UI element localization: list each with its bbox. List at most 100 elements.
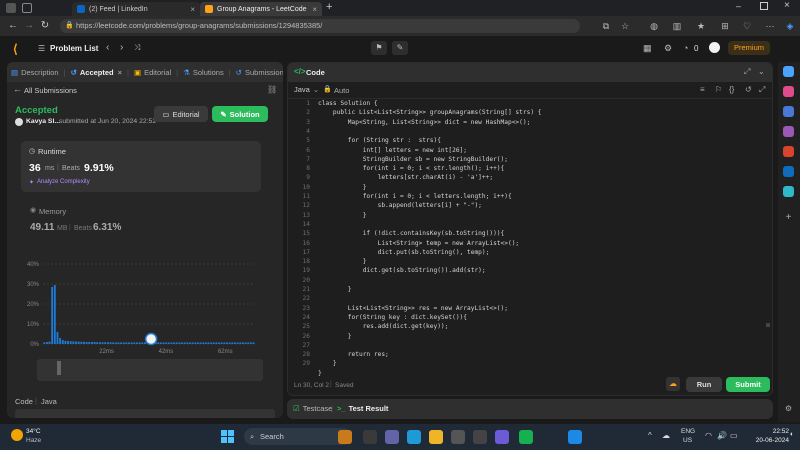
chart-bar[interactable] [239, 342, 242, 344]
chart-bar[interactable] [157, 342, 160, 344]
chart-bar[interactable] [191, 342, 194, 344]
chart-bar[interactable] [252, 342, 255, 344]
tab-description[interactable]: ▤ Description [7, 62, 63, 82]
chart-bar[interactable] [218, 342, 221, 344]
back-button[interactable]: ← [6, 19, 20, 33]
tools-icon[interactable] [783, 106, 794, 117]
lang-eng[interactable]: ENG [681, 428, 695, 435]
url-field[interactable]: 🔒 https://leetcode.com/problems/group-an… [60, 19, 580, 33]
chart-bar[interactable] [98, 342, 101, 344]
search-icon[interactable] [783, 66, 794, 77]
share-link-icon[interactable]: ⛓ [267, 85, 277, 94]
chart-bar[interactable] [83, 341, 85, 344]
extensions-icon[interactable]: ◍ [648, 20, 660, 32]
chart-bar[interactable] [109, 342, 112, 344]
code-editor[interactable]: 1 2 3 4 5 6 7 8 9 10 11 12 13 14 15 16 17 18 19 20 21 22 23 24 2… [288, 100, 772, 378]
chart-bar[interactable] [88, 342, 91, 344]
chart-bar[interactable] [250, 342, 252, 344]
code-tab[interactable]: Code [306, 68, 325, 77]
leetcode-logo-icon[interactable]: ⟨ [13, 42, 25, 56]
chart-bar[interactable] [144, 342, 146, 344]
chart-bar[interactable] [183, 342, 186, 344]
note-icon[interactable]: ✎ [392, 41, 408, 55]
chart-bar[interactable] [234, 342, 236, 344]
split-screen-icon[interactable]: ▥ [671, 20, 683, 32]
edge-icon[interactable] [407, 430, 421, 444]
more-icon[interactable]: ⋯ [764, 20, 776, 32]
chart-bar[interactable] [210, 342, 213, 344]
drop-icon[interactable] [783, 186, 794, 197]
vscode-icon[interactable] [495, 430, 509, 444]
chart-bar[interactable] [56, 332, 59, 344]
chart-bar[interactable] [128, 342, 130, 344]
back-arrow-icon[interactable]: ← [13, 84, 22, 94]
chart-bar[interactable] [64, 340, 67, 344]
tab-actions-icon[interactable] [22, 3, 32, 13]
chart-bar[interactable] [181, 342, 183, 344]
chart-bar[interactable] [106, 342, 109, 344]
chart-bar[interactable] [226, 342, 228, 344]
prev-problem-icon[interactable]: ‹ [106, 42, 109, 53]
chart-bar[interactable] [220, 342, 223, 344]
upload-icon[interactable]: ☁ [666, 377, 680, 391]
chart-bar[interactable] [189, 342, 191, 344]
auto-label[interactable]: Auto [334, 86, 349, 95]
maximize-panel-icon[interactable]: ⤢ [744, 67, 750, 77]
chart-bar[interactable] [215, 342, 218, 344]
chart-bar[interactable] [194, 342, 197, 344]
chart-bar[interactable] [178, 342, 181, 344]
bookmark-icon[interactable]: ⚐ [715, 85, 722, 94]
tab-accepted[interactable]: ↺ Accepted × [67, 62, 126, 82]
chart-bar[interactable] [247, 342, 250, 344]
chart-bar[interactable] [236, 342, 239, 344]
runtime-card[interactable]: ◷ Runtime 36 ms | Beats 9.91% ✦ Analyze … [21, 141, 261, 192]
chart-bar[interactable] [175, 342, 178, 344]
solution-button[interactable]: ✎ Solution [212, 106, 268, 122]
chart-bar[interactable] [51, 287, 54, 344]
chart-bar[interactable] [199, 342, 202, 344]
windows-start-icon[interactable] [221, 430, 234, 443]
heart-icon[interactable]: ♡ [741, 20, 753, 32]
app-icon[interactable] [473, 430, 487, 444]
chart-bar[interactable] [244, 342, 247, 344]
copilot-icon[interactable]: ◈ [784, 20, 796, 32]
taskbar-search[interactable]: ⌕ Search [244, 428, 352, 445]
tab-leetcode[interactable]: Group Anagrams - LeetCode × [200, 2, 322, 16]
minimize-button[interactable]: – [736, 1, 741, 11]
chart-bar[interactable] [231, 342, 234, 344]
clock-time[interactable]: 22:52 [751, 428, 789, 435]
braces-icon[interactable]: {} [729, 85, 734, 94]
chart-bar[interactable] [67, 341, 69, 344]
task-view-icon[interactable] [363, 430, 377, 444]
chart-bar[interactable] [53, 285, 56, 344]
chart-bar[interactable] [77, 341, 80, 344]
read-aloud-icon[interactable]: ⧉ [600, 20, 612, 32]
collections-icon[interactable]: ⊞ [719, 20, 731, 32]
file-explorer-icon[interactable] [429, 430, 443, 444]
chevron-up-icon[interactable]: ^ [648, 431, 652, 440]
chart-bar[interactable] [141, 342, 144, 344]
chart-bar[interactable] [165, 342, 168, 344]
weather-icon[interactable] [11, 429, 23, 441]
shuffle-icon[interactable]: ⤨ [134, 43, 140, 53]
premium-button[interactable]: Premium [728, 41, 770, 55]
favorite-icon[interactable]: ☆ [619, 20, 631, 32]
chart-bar[interactable] [204, 342, 207, 344]
chart-bar[interactable] [59, 338, 62, 344]
maximize-button[interactable] [760, 2, 768, 10]
fullscreen-icon[interactable]: ⤢ [759, 85, 765, 95]
sidebar-settings-icon[interactable]: ⚙ [783, 404, 794, 415]
chart-bar[interactable] [167, 342, 170, 344]
streak-icon[interactable]: ◔ [683, 43, 688, 53]
close-icon[interactable]: × [312, 5, 317, 14]
chart-bar[interactable] [170, 342, 173, 344]
chart-bar[interactable] [130, 342, 133, 344]
memory-label[interactable]: Memory [39, 207, 66, 216]
wifi-icon[interactable]: ◠ [705, 431, 712, 440]
close-window-button[interactable]: × [784, 0, 790, 11]
test-result-tab[interactable]: >_ Test Result [337, 404, 388, 413]
tab-editorial[interactable]: ▣ Editorial [130, 62, 175, 82]
favorites-icon[interactable]: ★ [695, 20, 707, 32]
chart-bar[interactable] [138, 342, 141, 344]
chart-bar[interactable] [117, 342, 120, 344]
